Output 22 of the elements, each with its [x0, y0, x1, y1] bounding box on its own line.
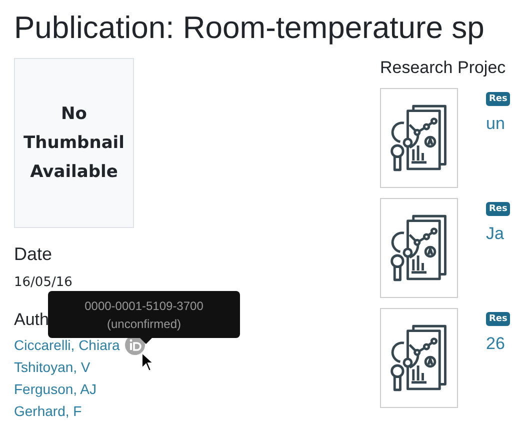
date-value: 16/05/16 — [14, 275, 74, 290]
type-badge: Res — [486, 92, 510, 106]
author-link[interactable]: Tshitoyan, V — [14, 359, 90, 375]
orcid-status: (unconfirmed) — [106, 316, 182, 330]
report-icon — [389, 322, 449, 394]
cursor-icon — [141, 352, 155, 372]
author-link[interactable]: Ciccarelli, Chiara — [14, 337, 120, 353]
page-title: Publication: Room-temperature sp — [13, 9, 486, 47]
orcid-id: 0000-0001-5109-3700 — [84, 298, 204, 312]
authors-heading: Auth — [14, 310, 49, 330]
project-link[interactable]: 26 — [486, 334, 505, 354]
project-link[interactable]: un — [486, 114, 505, 134]
type-badge: Res — [486, 312, 510, 326]
projects-heading: Research Projec — [380, 58, 507, 78]
author-link[interactable]: Gerhard, F — [14, 403, 82, 419]
type-badge: Res — [486, 202, 510, 216]
date-heading: Date — [14, 244, 52, 265]
project-link[interactable]: Ja — [486, 224, 504, 244]
report-icon — [389, 102, 449, 174]
no-thumbnail-text: No Thumbnail Available — [24, 102, 124, 184]
author-link[interactable]: Ferguson, AJ — [14, 381, 96, 397]
report-icon — [389, 212, 449, 284]
